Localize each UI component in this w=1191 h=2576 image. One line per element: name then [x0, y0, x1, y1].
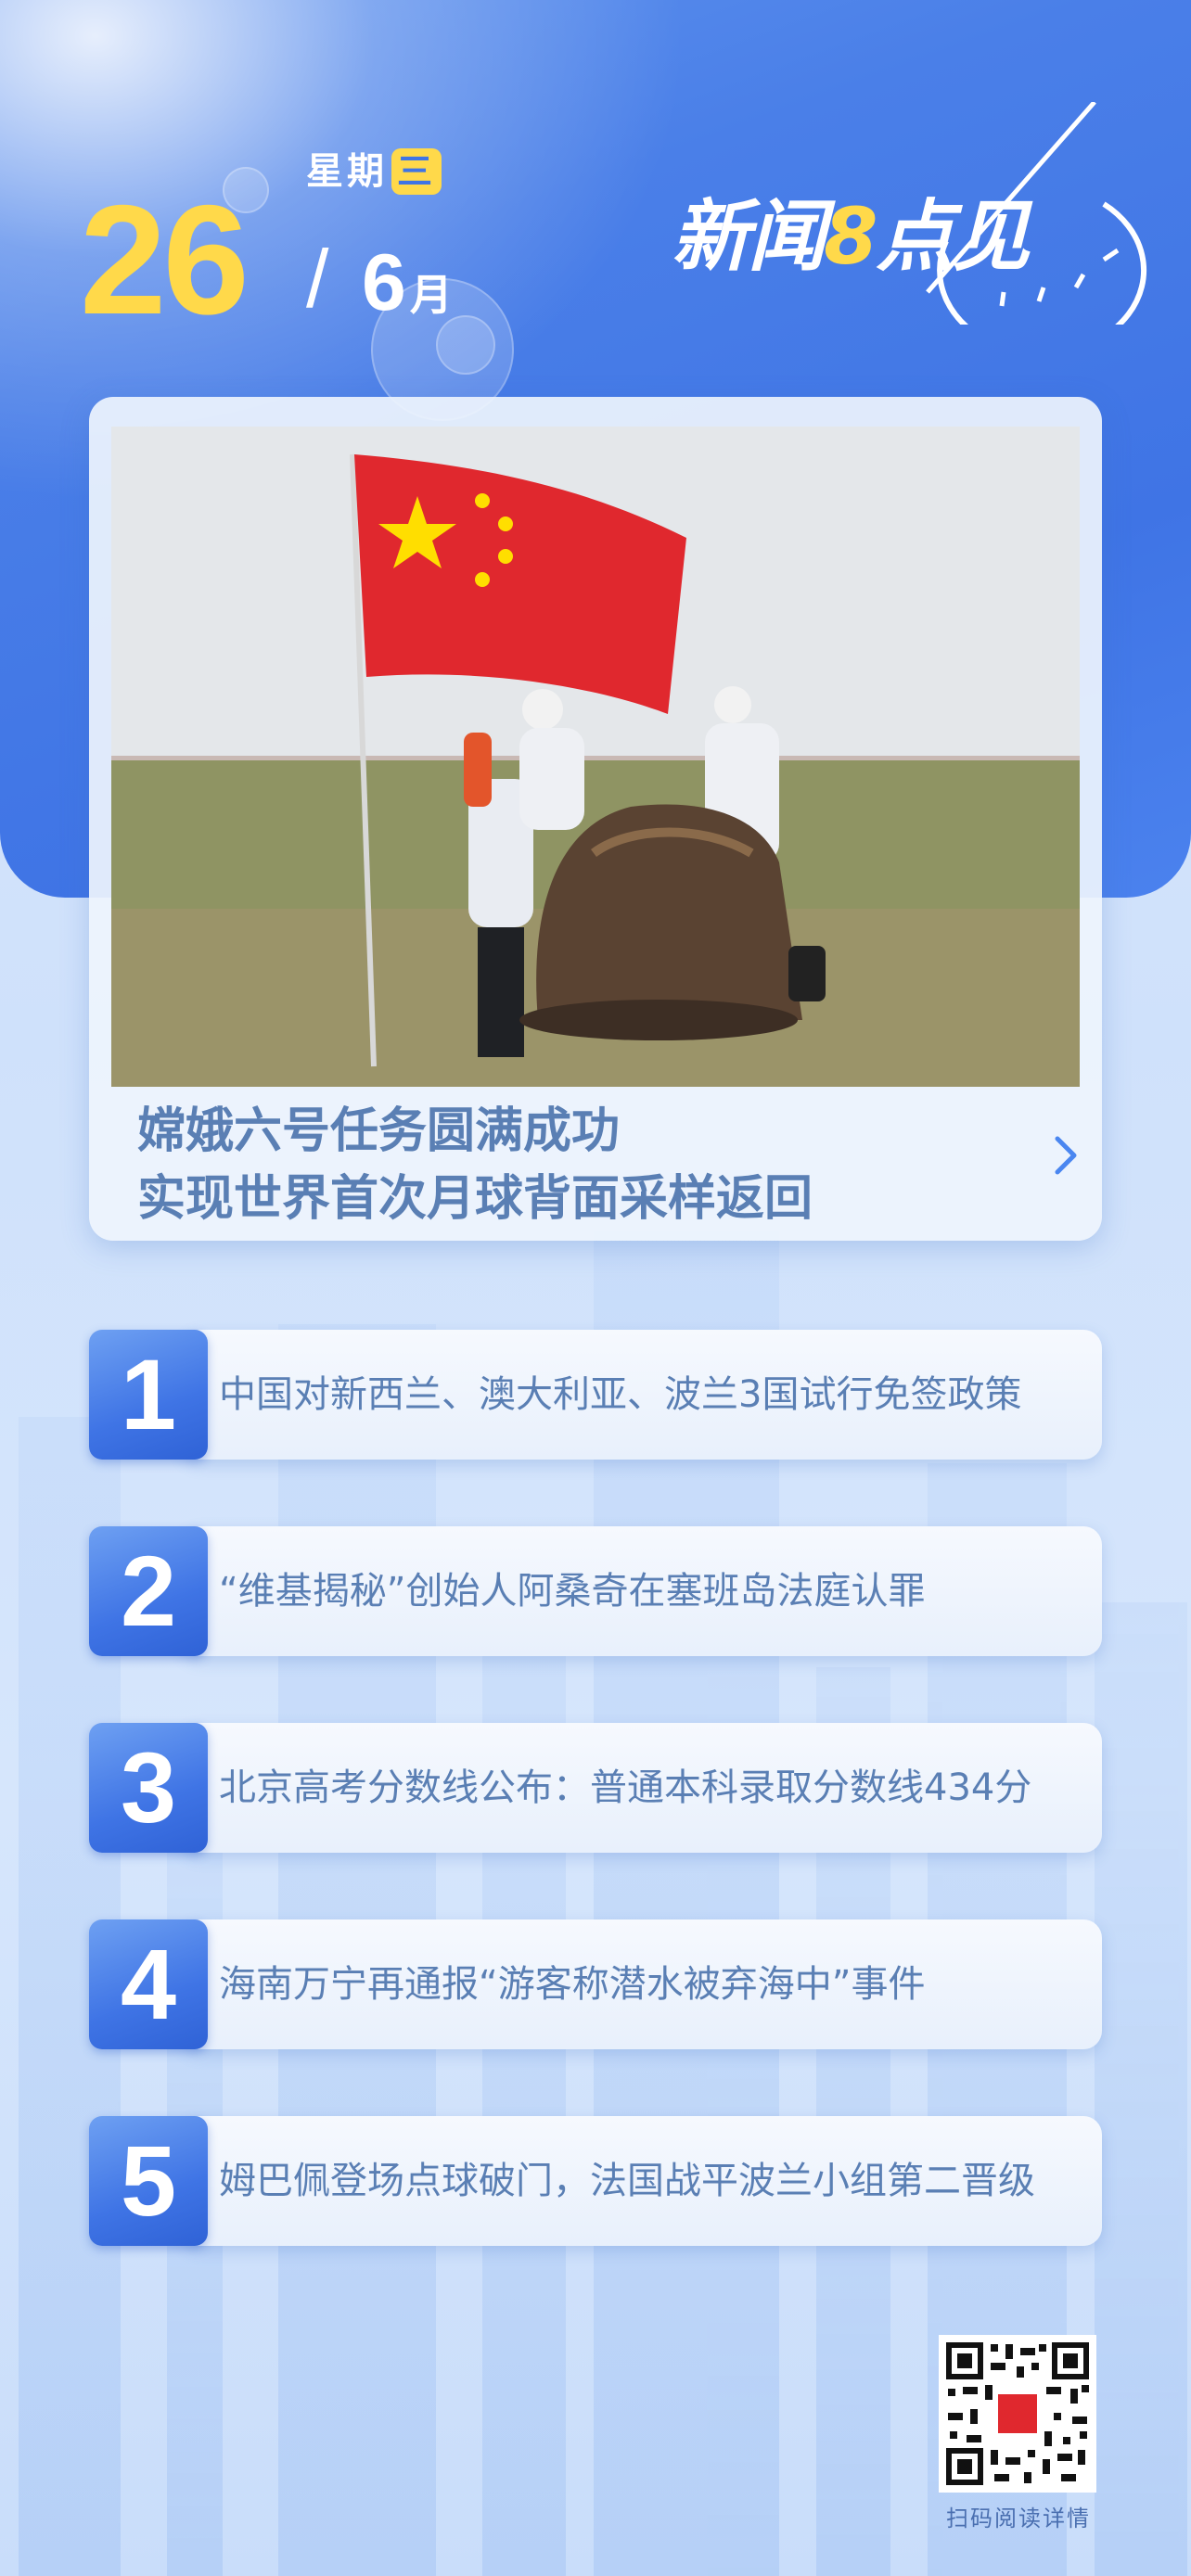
news-item-1[interactable]: 1 中国对新西兰、澳大利亚、波兰3国试行免签政策 [89, 1330, 1102, 1463]
news-text: “维基揭秘”创始人阿桑奇在塞班岛法庭认罪 [219, 1570, 926, 1613]
news-item-5[interactable]: 5 姆巴佩登场点球破门，法国战平波兰小组第二晋级 [89, 2116, 1102, 2250]
headline-line-1: 嫦娥六号任务圆满成功 [137, 1103, 621, 1159]
news-number-badge: 2 [89, 1526, 208, 1656]
brand-logo: 新闻8点见 [668, 102, 1150, 325]
flag-capsule-photo-icon [111, 427, 1080, 1087]
news-number-badge: 3 [89, 1723, 208, 1853]
headline-photo [111, 427, 1080, 1087]
qr-code-icon[interactable] [939, 2335, 1096, 2493]
weekday-prefix: 星期 [306, 150, 388, 193]
month-number: 6 [362, 238, 406, 327]
news-text: 北京高考分数线公布：普通本科录取分数线434分 [219, 1766, 1032, 1809]
qr-caption: 扫码阅读详情 [946, 2506, 1091, 2531]
weekday-badge: 三 [391, 148, 442, 195]
date-day: 26 [80, 172, 250, 347]
news-item-3[interactable]: 3 北京高考分数线公布：普通本科录取分数线434分 [89, 1723, 1102, 1856]
news-number-badge: 4 [89, 1919, 208, 2049]
brand-name: 新闻8点见 [672, 191, 1030, 282]
news-number-badge: 1 [89, 1330, 208, 1460]
chevron-right-icon[interactable] [1046, 1128, 1083, 1183]
month-unit: 月 [409, 271, 453, 319]
news-item-4[interactable]: 4 海南万宁再通报“游客称潜水被弃海中”事件 [89, 1919, 1102, 2053]
news-text: 海南万宁再通报“游客称潜水被弃海中”事件 [219, 1963, 926, 2006]
date-month: 6月 [362, 237, 453, 329]
date-separator: / [306, 233, 329, 325]
news-text: 中国对新西兰、澳大利亚、波兰3国试行免签政策 [219, 1373, 1022, 1416]
news-item-2[interactable]: 2 “维基揭秘”创始人阿桑奇在塞班岛法庭认罪 [89, 1526, 1102, 1660]
weekday-label: 星期三 [306, 141, 442, 195]
news-number-badge: 5 [89, 2116, 208, 2246]
headline-card[interactable]: 嫦娥六号任务圆满成功 实现世界首次月球背面采样返回 [89, 397, 1102, 1241]
news-text: 姆巴佩登场点球破门，法国战平波兰小组第二晋级 [219, 2160, 1035, 2202]
headline-line-2: 实现世界首次月球背面采样返回 [137, 1170, 813, 1227]
headline-title[interactable]: 嫦娥六号任务圆满成功 实现世界首次月球背面采样返回 [137, 1098, 1009, 1233]
